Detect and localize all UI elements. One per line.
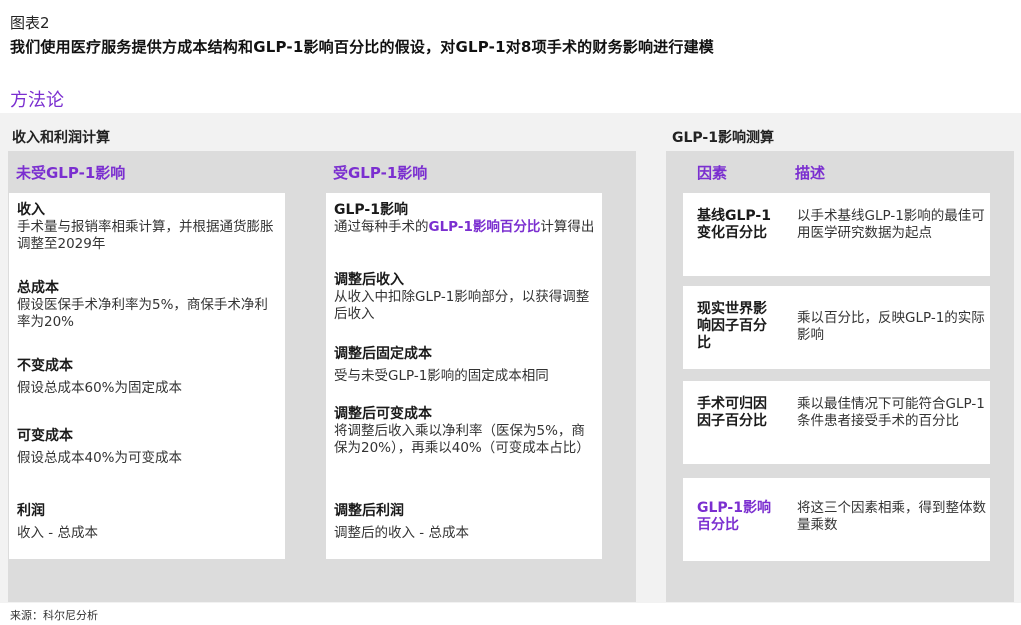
item-text: 从收入中扣除GLP-1影响部分，以获得调整后收入	[334, 289, 590, 322]
item-title: 可变成本	[17, 428, 73, 444]
list-item: 调整后固定成本 受与未受GLP-1影响的固定成本相同	[334, 345, 596, 385]
list-item: 可变成本 假设总成本40%为可变成本	[17, 427, 279, 467]
item-title: 调整后利润	[334, 503, 404, 519]
right-section-title: GLP-1影响测算	[672, 130, 774, 146]
factor-row: 基线GLP-1变化百分比 以手术基线GLP-1影响的最佳可用医学研究数据为起点	[683, 193, 990, 276]
item-title: 调整后可变成本	[334, 406, 432, 422]
factor-row: 现实世界影响因子百分比 乘以百分比，反映GLP-1的实际影响	[683, 286, 990, 369]
factor-description: 乘以最佳情况下可能符合GLP-1条件患者接受手术的百分比	[797, 396, 985, 429]
item-title: 调整后固定成本	[334, 346, 432, 362]
factor-label-highlight: GLP-1影响百分比	[697, 500, 771, 533]
list-item: 调整后利润 调整后的收入 - 总成本	[334, 502, 596, 542]
description-column-header: 描述	[795, 164, 826, 182]
item-text-pre: 通过每种手术的	[334, 219, 429, 235]
item-text: 收入 - 总成本	[17, 525, 98, 541]
method-title: 方法论	[10, 90, 64, 111]
item-text: 假设总成本60%为固定成本	[17, 380, 183, 396]
list-item: 利润 收入 - 总成本	[17, 502, 279, 542]
item-text-post: 计算得出	[540, 219, 595, 235]
factor-label: 基线GLP-1变化百分比	[697, 208, 771, 241]
list-item: 不变成本 假设总成本60%为固定成本	[17, 357, 279, 397]
item-title: 不变成本	[17, 358, 73, 374]
affected-card: GLP-1影响 通过每种手术的GLP-1影响百分比计算得出 调整后收入 从收入中…	[326, 193, 602, 559]
item-title: 利润	[17, 503, 45, 519]
list-item: 调整后可变成本 将调整后收入乘以净利率（医保为5%，商保为20%），再乘以40%…	[334, 405, 596, 457]
affected-header: 受GLP-1影响	[333, 164, 428, 182]
item-text: 假设医保手术净利率为5%，商保手术净利率为20%	[17, 297, 268, 330]
item-text: 受与未受GLP-1影响的固定成本相同	[334, 368, 549, 384]
item-text: 将调整后收入乘以净利率（医保为5%，商保为20%），再乘以40%（可变成本占比）	[334, 423, 590, 456]
list-item: GLP-1影响 通过每种手术的GLP-1影响百分比计算得出	[334, 201, 596, 236]
item-title: 收入	[17, 202, 45, 218]
item-title: 调整后收入	[334, 272, 404, 288]
item-text: 假设总成本40%为可变成本	[17, 450, 183, 466]
factor-row-highlight: GLP-1影响百分比 将这三个因素相乘，得到整体数量乘数	[683, 478, 990, 561]
unaffected-card: 收入 手术量与报销率相乘计算，并根据通货膨胀调整至2029年 总成本 假设医保手…	[9, 193, 285, 559]
source-note: 来源：科尔尼分析	[10, 609, 98, 622]
left-section-title: 收入和利润计算	[12, 130, 110, 146]
factor-column-header: 因素	[697, 164, 728, 182]
item-text: 手术量与报销率相乘计算，并根据通货膨胀调整至2029年	[17, 219, 274, 252]
list-item: 调整后收入 从收入中扣除GLP-1影响部分，以获得调整后收入	[334, 271, 596, 323]
item-title: GLP-1影响	[334, 202, 408, 218]
factor-description: 将这三个因素相乘，得到整体数量乘数	[797, 500, 986, 533]
factor-description: 以手术基线GLP-1影响的最佳可用医学研究数据为起点	[797, 208, 985, 241]
factor-label: 现实世界影响因子百分比	[697, 301, 767, 351]
list-item: 总成本 假设医保手术净利率为5%，商保手术净利率为20%	[17, 279, 279, 331]
item-text: 通过每种手术的GLP-1影响百分比计算得出	[334, 219, 596, 236]
list-item: 收入 手术量与报销率相乘计算，并根据通货膨胀调整至2029年	[17, 201, 279, 253]
unaffected-header: 未受GLP-1影响	[16, 164, 126, 182]
figure-label: 图表2	[10, 14, 50, 32]
item-text: 调整后的收入 - 总成本	[334, 525, 469, 541]
item-title: 总成本	[17, 280, 59, 296]
factor-row: 手术可归因因子百分比 乘以最佳情况下可能符合GLP-1条件患者接受手术的百分比	[683, 381, 990, 464]
headline: 我们使用医疗服务提供方成本结构和GLP-1影响百分比的假设，对GLP-1对8项手…	[10, 38, 714, 56]
factor-label: 手术可归因因子百分比	[697, 396, 767, 429]
factor-description: 乘以百分比，反映GLP-1的实际影响	[797, 310, 985, 343]
glp1-impact-highlight: GLP-1影响百分比	[428, 219, 541, 235]
